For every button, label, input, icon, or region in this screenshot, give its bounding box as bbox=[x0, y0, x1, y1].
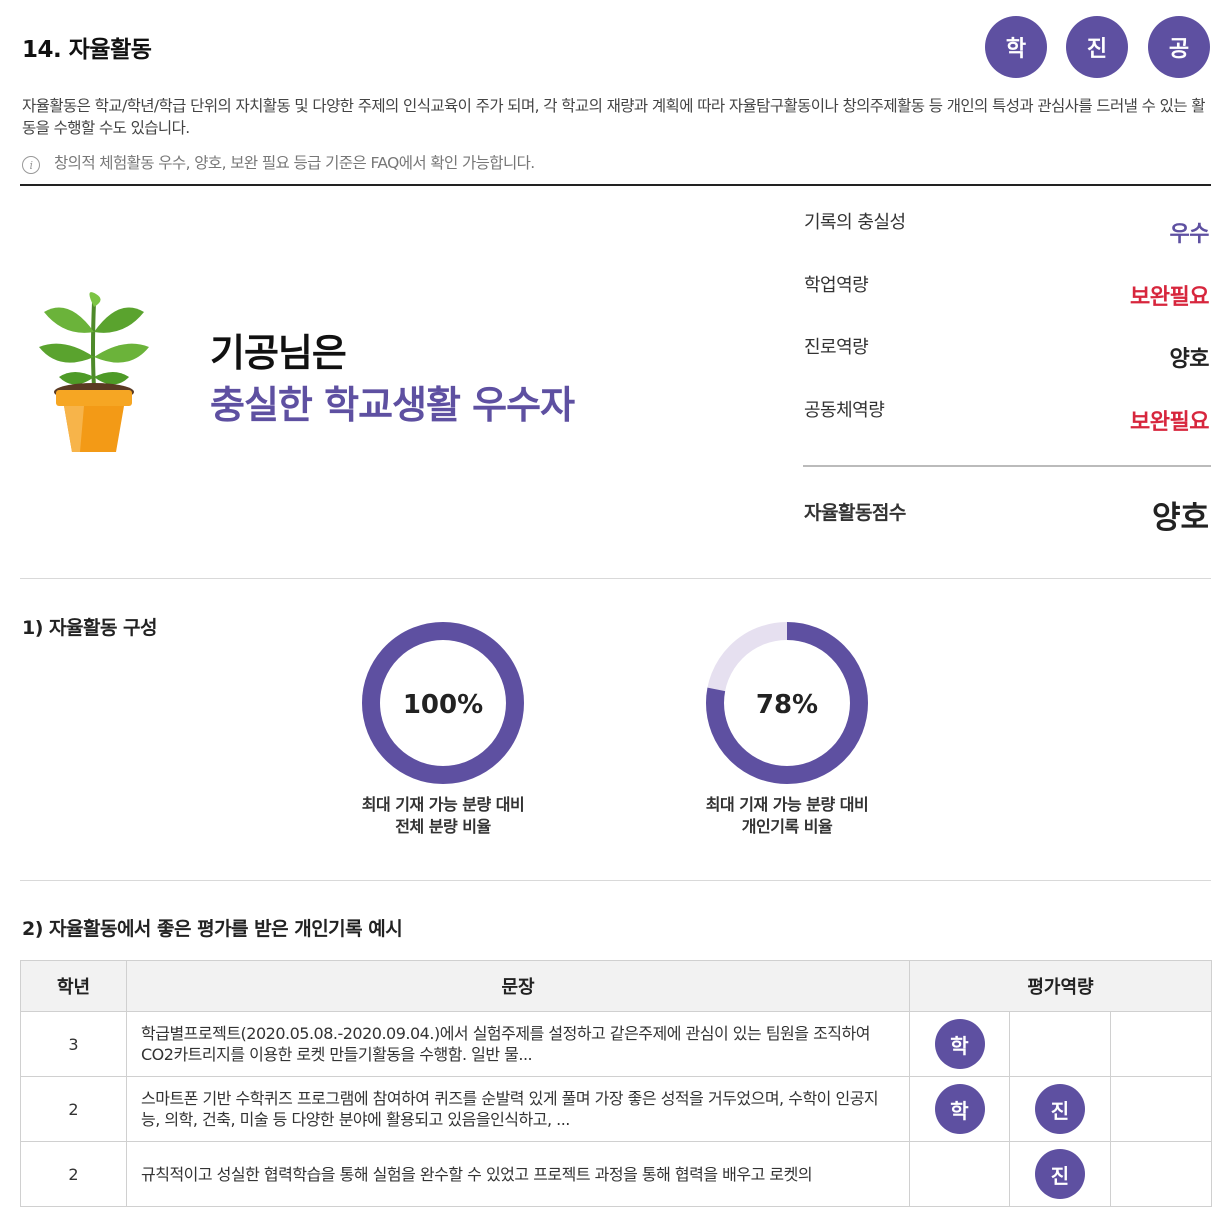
section-divider bbox=[20, 578, 1211, 579]
table-row: 2 규칙적이고 성실한 협력학습을 통해 실험을 완수할 수 있었고 프로젝트 … bbox=[20, 1141, 1213, 1207]
table-row: 3 학급별프로젝트(2020.05.08.-2020.09.04.)에서 실험주… bbox=[20, 1011, 1213, 1077]
section-divider bbox=[20, 880, 1211, 881]
career-filter-button[interactable]: 진 bbox=[1066, 16, 1128, 78]
eval-label-record: 기록의 충실성 bbox=[804, 212, 906, 233]
eval-value-academic: 보완필요 bbox=[1130, 285, 1209, 310]
info-note: i 창의적 체험활동 우수, 양호, 보완 필요 등급 기준은 FAQ에서 확인… bbox=[22, 150, 535, 174]
community-filter-button[interactable]: 공 bbox=[1148, 16, 1210, 78]
career-badge: 진 bbox=[1035, 1084, 1085, 1134]
donut-personal: 78% 최대 기재 가능 분량 대비 개인기록 비율 bbox=[687, 620, 887, 838]
row-badge-cell bbox=[1109, 1076, 1213, 1142]
header-sentence: 문장 bbox=[126, 960, 910, 1012]
row-badge-cell bbox=[1009, 1011, 1111, 1077]
header-divider bbox=[20, 184, 1211, 186]
section2-title: 2) 자율활동에서 좋은 평가를 받은 개인기록 예시 bbox=[22, 918, 403, 940]
donut-total-caption2: 전체 분량 비율 bbox=[395, 817, 491, 836]
header-competency: 평가역량 bbox=[908, 960, 1213, 1012]
row-grade: 3 bbox=[20, 1011, 127, 1077]
page-title: 14. 자율활동 bbox=[22, 37, 152, 63]
header-grade: 학년 bbox=[20, 960, 127, 1012]
eval-label-academic: 학업역량 bbox=[804, 275, 869, 296]
info-icon: i bbox=[22, 156, 40, 174]
donut-personal-caption1: 최대 기재 가능 분량 대비 bbox=[705, 795, 869, 814]
eval-value-record: 우수 bbox=[1169, 222, 1210, 247]
donut-total-label: 100% bbox=[403, 690, 483, 720]
eval-value-community: 보완필요 bbox=[1130, 410, 1209, 435]
academic-badge: 학 bbox=[934, 1019, 985, 1069]
academic-filter-button[interactable]: 학 bbox=[985, 16, 1047, 78]
donut-total: 100% 최대 기재 가능 분량 대비 전체 분량 비율 bbox=[343, 620, 543, 838]
row-grade: 2 bbox=[20, 1076, 127, 1142]
record-table: 학년 문장 평가역량 3 학급별프로젝트(2020.05.08.-2020.09… bbox=[20, 960, 1213, 1207]
row-badge-cell: 진 bbox=[1009, 1141, 1111, 1207]
row-badge-cell bbox=[1109, 1141, 1213, 1207]
eval-value-career: 양호 bbox=[1169, 347, 1210, 372]
academic-badge: 학 bbox=[934, 1084, 985, 1134]
row-sentence: 스마트폰 기반 수학퀴즈 프로그램에 참여하여 퀴즈를 순발력 있게 풀며 가장… bbox=[126, 1076, 910, 1142]
score-value: 양호 bbox=[1151, 500, 1209, 536]
donut-personal-label: 78% bbox=[756, 690, 818, 720]
row-sentence: 규칙적이고 성실한 협력학습을 통해 실험을 완수할 수 있었고 프로젝트 과정… bbox=[126, 1141, 910, 1207]
career-badge: 진 bbox=[1035, 1149, 1085, 1199]
score-label: 자율활동점수 bbox=[804, 502, 906, 524]
eval-label-career: 진로역량 bbox=[804, 337, 869, 358]
info-note-text: 창의적 체험활동 우수, 양호, 보완 필요 등급 기준은 FAQ에서 확인 가… bbox=[54, 154, 535, 172]
donut-personal-chart: 78% bbox=[706, 622, 868, 784]
row-badge-cell: 진 bbox=[1009, 1076, 1111, 1142]
section-description: 자율활동은 학교/학년/학급 단위의 자치활동 및 다양한 주제의 인식교육이 … bbox=[22, 97, 1206, 137]
row-sentence: 학급별프로젝트(2020.05.08.-2020.09.04.)에서 실험주제를… bbox=[126, 1011, 910, 1077]
table-row: 2 스마트폰 기반 수학퀴즈 프로그램에 참여하여 퀴즈를 순발력 있게 풀며 … bbox=[20, 1076, 1213, 1142]
summary-verdict: 충실한 학교생활 우수자 bbox=[210, 383, 575, 427]
donut-personal-caption2: 개인기록 비율 bbox=[741, 817, 833, 836]
eval-label-community: 공동체역량 bbox=[804, 400, 885, 421]
summary-name: 기공님은 bbox=[210, 331, 347, 375]
eval-divider bbox=[803, 465, 1211, 467]
row-badge-cell bbox=[909, 1141, 1010, 1207]
row-badge-cell: 학 bbox=[909, 1076, 1010, 1142]
row-badge-cell: 학 bbox=[909, 1011, 1010, 1077]
plant-pot-icon bbox=[34, 292, 154, 457]
table-header-row: 학년 문장 평가역량 bbox=[20, 960, 1213, 1012]
row-grade: 2 bbox=[20, 1141, 127, 1207]
section1-title: 1) 자율활동 구성 bbox=[22, 617, 158, 639]
donut-total-caption1: 최대 기재 가능 분량 대비 bbox=[361, 795, 525, 814]
donut-total-chart: 100% bbox=[362, 622, 524, 784]
row-badge-cell bbox=[1109, 1011, 1213, 1077]
